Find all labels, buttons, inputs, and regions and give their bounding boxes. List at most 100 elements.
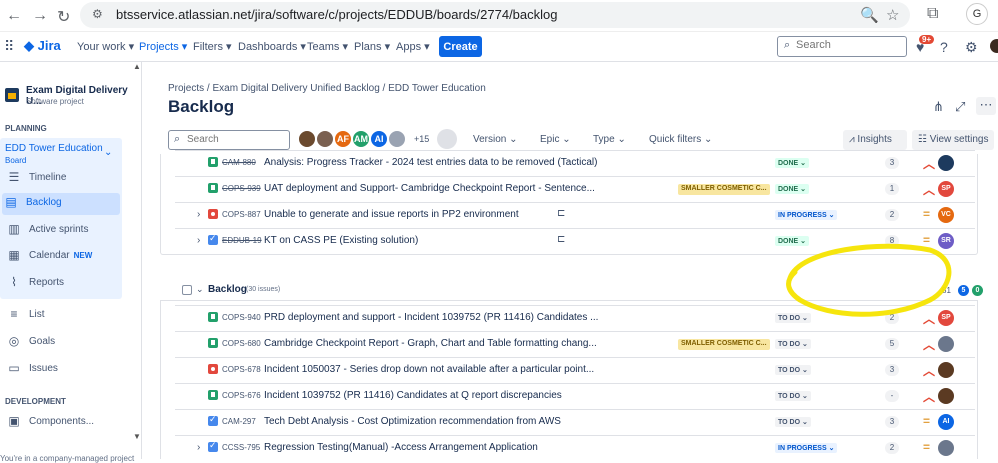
assignee-avatar[interactable] [938,362,954,378]
zoom-icon[interactable]: 🔍 [860,6,879,24]
sidebar-item-goals[interactable]: ◎ Goals [5,332,120,354]
status-dropdown[interactable]: TO DO ⌄ [775,417,811,427]
nav-apps[interactable]: Apps ▾ [396,40,430,53]
extensions-icon[interactable]: ⧉ [927,5,938,23]
backlog-search[interactable]: ⌕ [168,130,290,150]
share-icon[interactable]: ⋔ [933,99,944,115]
story-points[interactable]: 2 [885,442,899,454]
issue-row[interactable]: › CCSS-795 Regression Testing(Manual) -Acc… [175,435,975,460]
story-points[interactable]: 1 [885,183,899,195]
reload-icon[interactable]: ↻ [57,7,70,27]
issue-row[interactable]: › EDDUB-19KT on CASS PE (Existing solutio… [175,228,975,253]
create-button[interactable]: Create [439,36,482,57]
story-points[interactable]: 8 [885,235,899,247]
issue-key[interactable]: CAM-297 [222,417,256,426]
status-dropdown[interactable]: IN PROGRESS ⌄ [775,443,838,453]
chevron-right-icon[interactable]: › [197,235,200,246]
issue-key[interactable]: EDDUB-19 [222,236,262,245]
story-points[interactable]: - [885,390,899,402]
issue-key[interactable]: COPS-676 [222,391,261,400]
issue-summary[interactable]: UAT deployment and Support- Cambridge Ch… [264,183,595,194]
status-dropdown[interactable]: TO DO ⌄ [775,339,811,349]
issue-summary[interactable]: Tech Debt Analysis - Cost Optimization r… [264,416,561,427]
jira-logo[interactable]: ◆ Jira [24,38,61,54]
nav-teams[interactable]: Teams ▾ [307,40,348,53]
nav-filters[interactable]: Filters ▾ [193,40,232,53]
issue-row[interactable]: COPS-939 UAT deployment and Support- Camb… [175,176,975,201]
bookmark-star-icon[interactable]: ☆ [886,6,899,24]
assignee-filter-avatar[interactable]: AM [351,129,371,149]
story-points[interactable]: 5 [885,338,899,350]
view-settings-button[interactable]: ☷ View settings [912,130,994,150]
group-people-icon[interactable] [437,129,457,149]
sidebar-item-backlog[interactable]: ▤ Backlog [2,193,120,215]
child-issues-icon[interactable]: ⊏ [557,208,565,219]
sidebar-item-calendar[interactable]: ▦ Calendar NEW [5,246,120,268]
chevron-right-icon[interactable]: › [197,209,200,220]
issue-key[interactable]: COPS-678 [222,365,261,374]
epic-lozenge[interactable]: SMALLER COSMETIC C... [678,184,770,195]
epic-lozenge[interactable]: SMALLER COSMETIC C... [678,339,770,350]
issue-key[interactable]: COPS-680 [222,339,261,348]
user-avatar[interactable] [990,39,998,53]
nav-your-work[interactable]: Your work ▾ [77,40,134,53]
issue-summary[interactable]: Incident 1039752 (PR 11416) Candidates a… [264,390,562,401]
status-dropdown[interactable]: TO DO ⌄ [775,391,811,401]
chevron-down-icon[interactable]: ⌄ [196,284,204,295]
issue-summary[interactable]: Regression Testing(Manual) -Access Arran… [264,442,538,453]
profile-avatar[interactable]: G [966,3,988,25]
assignee-avatar[interactable]: SR [938,233,954,249]
issue-summary[interactable]: KT on CASS PE (Existing solution) [264,235,418,246]
chevron-down-icon[interactable]: ⌄ [104,147,112,158]
nav-projects[interactable]: Projects ▾ [139,40,187,53]
assignee-avatar[interactable] [938,440,954,456]
more-actions-icon[interactable]: ⋯ [976,97,996,115]
issue-summary[interactable]: PRD deployment and support - Incident 10… [264,312,598,323]
story-points[interactable]: 2 [885,209,899,221]
issue-summary[interactable]: Unable to generate and issue reports in … [264,209,519,220]
story-points[interactable]: 3 [885,157,899,169]
assignee-avatar[interactable]: SP [938,310,954,326]
quick-filters[interactable]: Quick filters ⌄ [649,134,712,145]
issue-summary[interactable]: Analysis: Progress Tracker - 2024 test e… [264,157,597,168]
issue-key[interactable]: CCSS-795 [222,443,260,452]
assignee-filter-avatar[interactable] [297,129,317,149]
issue-row[interactable]: COPS-676 Incident 1039752 (PR 11416) Cand… [175,383,975,408]
sidebar-scrollbar[interactable]: ▲ ▼ [133,62,141,459]
assignee-avatar[interactable]: SP [938,181,954,197]
issue-summary[interactable]: Cambridge Checkpoint Report - Graph, Cha… [264,338,597,349]
issue-row[interactable]: COPS-680 Cambridge Checkpoint Report - Gr… [175,331,975,356]
assignee-filter-avatar[interactable] [315,129,335,149]
issue-key[interactable]: COPS-940 [222,313,261,322]
status-dropdown[interactable]: DONE ⌄ [775,184,810,194]
story-points[interactable]: 3 [885,416,899,428]
board-selector[interactable]: EDD Tower Education [5,143,103,154]
sidebar-item-list[interactable]: ≡ List [5,305,120,327]
assignee-filter-avatar[interactable]: AF [333,129,353,149]
insights-button[interactable]: ⩘ Insights [843,130,907,150]
backlog-search-input[interactable] [187,134,283,145]
sidebar-item-timeline[interactable]: ☰ Timeline [5,168,120,190]
chevron-right-icon[interactable]: › [197,442,200,453]
breadcrumb-project[interactable]: Exam Digital Delivery Unified Backlog [212,83,379,94]
assignee-filter-avatar[interactable]: AI [369,129,389,149]
forward-icon[interactable]: → [32,7,48,25]
assignee-avatar[interactable] [938,336,954,352]
sidebar-item-active-sprints[interactable]: ▥ Active sprints [5,220,120,242]
fullscreen-icon[interactable]: ⤢ [955,99,965,115]
issue-row[interactable]: › COPS-887 Unable to generate and issue re… [175,202,975,227]
story-points[interactable]: 3 [885,364,899,376]
issue-row[interactable]: CAM-880 Analysis: Progress Tracker - 2024… [175,150,975,175]
app-switcher-icon[interactable]: ⠿ [4,38,14,55]
status-dropdown[interactable]: TO DO ⌄ [775,365,811,375]
nav-dashboards[interactable]: Dashboards ▾ [238,40,306,53]
issue-row[interactable]: COPS-678 Incident 1050037 - Series drop d… [175,357,975,382]
assignee-avatar[interactable] [938,155,954,171]
sidebar-item-components[interactable]: ▣ Components... [5,412,120,434]
breadcrumb-board[interactable]: EDD Tower Education [388,83,486,94]
assignee-avatar[interactable] [938,388,954,404]
address-bar[interactable]: ⚙ btsservice.atlassian.net/jira/software… [80,2,910,28]
site-info-icon[interactable]: ⚙ [92,7,103,21]
assignee-filter-avatar[interactable] [387,129,407,149]
status-dropdown[interactable]: TO DO ⌄ [775,313,811,323]
